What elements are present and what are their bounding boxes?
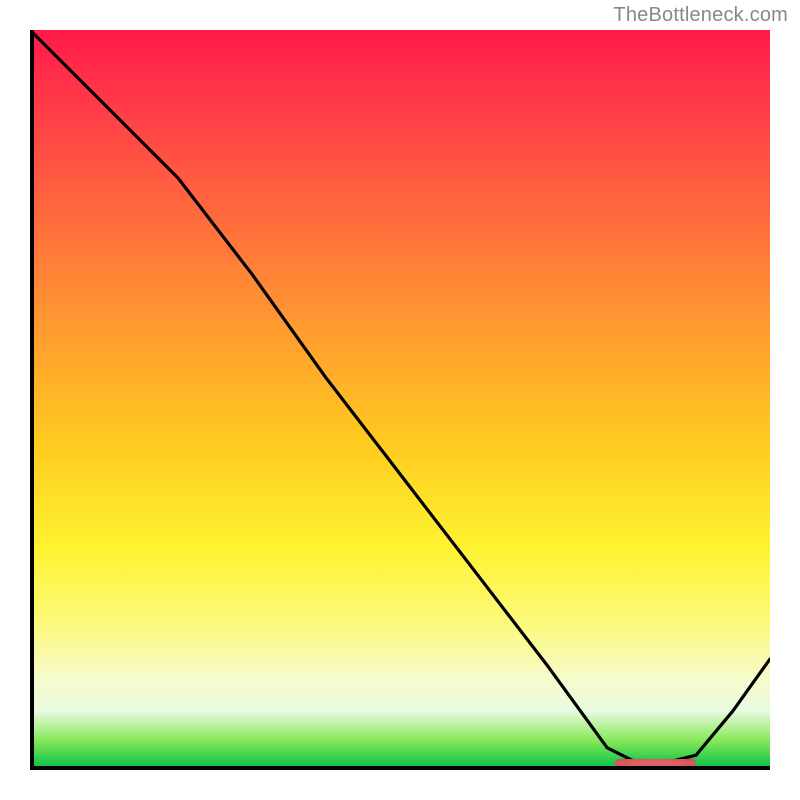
bottleneck-curve xyxy=(30,30,770,770)
minimum-region-marker xyxy=(615,759,696,767)
bottleneck-chart: TheBottleneck.com xyxy=(0,0,800,800)
plot-area xyxy=(30,30,770,770)
attribution-text: TheBottleneck.com xyxy=(613,4,788,27)
